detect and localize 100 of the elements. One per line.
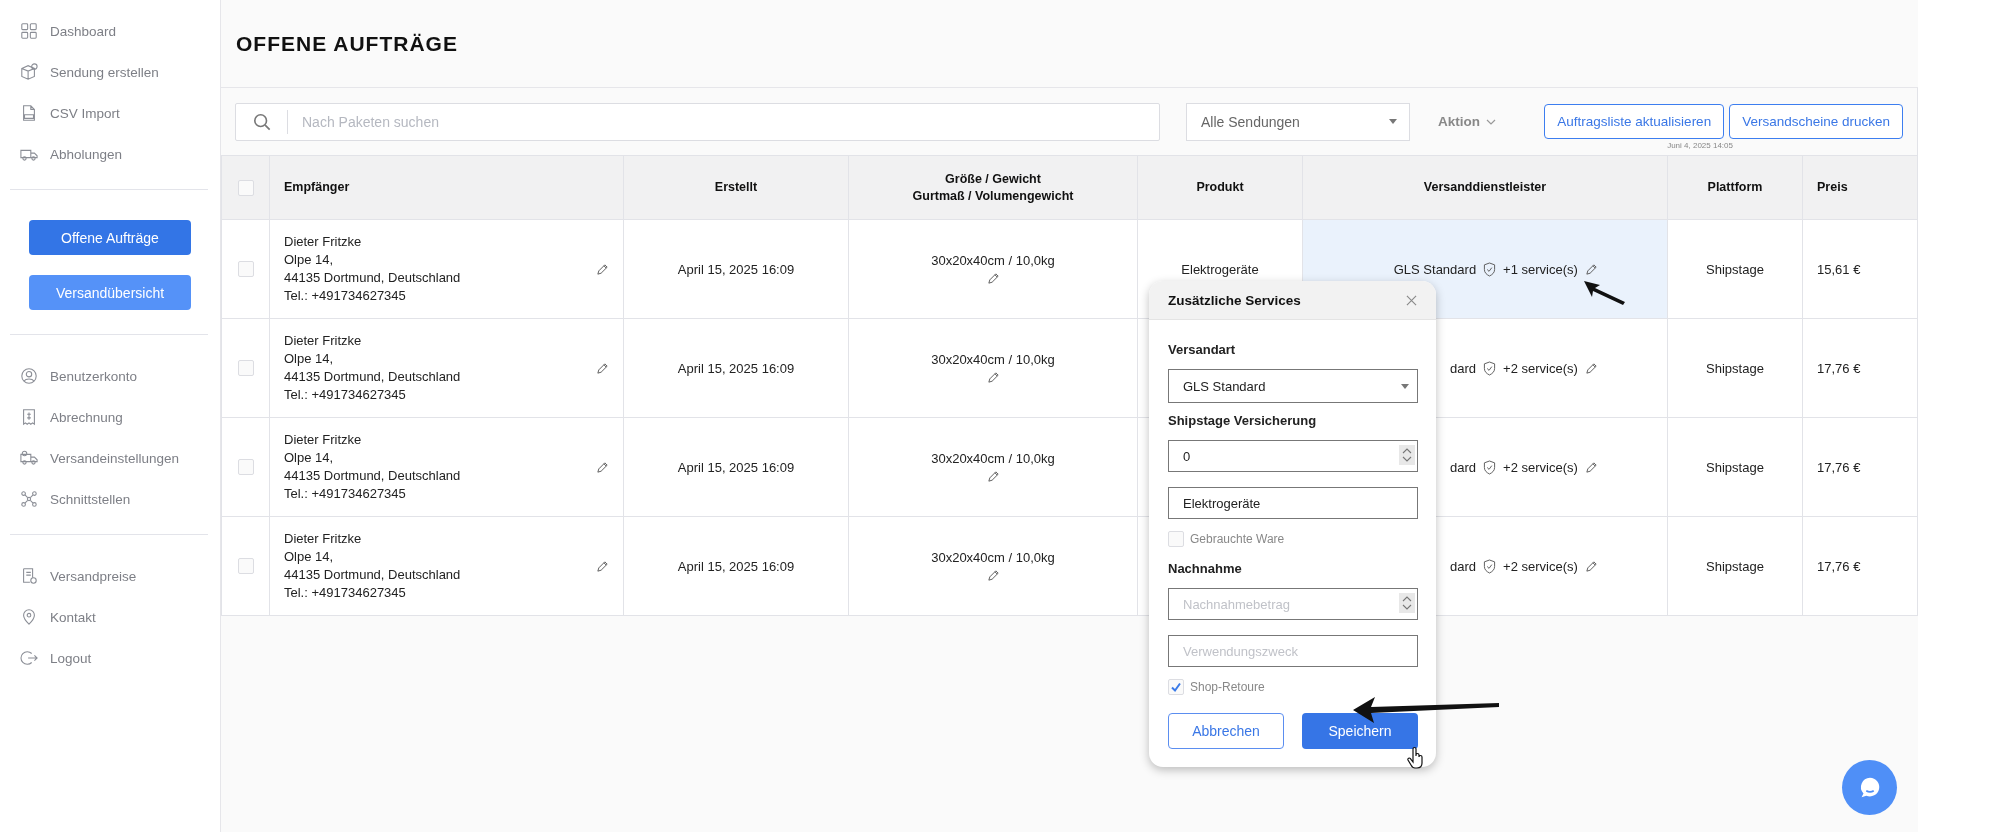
carrier-name: dard bbox=[1449, 360, 1477, 376]
edit-icon[interactable] bbox=[596, 361, 609, 375]
table-cell: 15,61 € bbox=[1802, 219, 1918, 319]
nav-button[interactable]: Offene Aufträge bbox=[29, 220, 191, 255]
edit-icon[interactable] bbox=[1584, 361, 1598, 375]
edit-icon[interactable] bbox=[596, 262, 609, 276]
logout-icon bbox=[20, 649, 38, 667]
edit-icon[interactable] bbox=[986, 371, 1000, 384]
edit-icon[interactable] bbox=[986, 470, 1000, 483]
service-count: +2 service(s) bbox=[1503, 459, 1578, 475]
size-weight: 30x20x40cm / 10,0kg bbox=[931, 451, 1055, 466]
nav-button[interactable]: Versandübersicht bbox=[29, 275, 191, 310]
shipping-method-select[interactable]: GLS Standard bbox=[1168, 369, 1418, 403]
checkbox-label: Shop-Retoure bbox=[1190, 680, 1265, 694]
user-icon bbox=[20, 367, 38, 385]
table-cell: 17,76 € bbox=[1802, 417, 1918, 517]
size-weight: 30x20x40cm / 10,0kg bbox=[931, 352, 1055, 367]
filter-select[interactable]: Alle Sendungen bbox=[1186, 102, 1410, 141]
checkbox[interactable] bbox=[237, 179, 254, 196]
size-weight: 30x20x40cm / 10,0kg bbox=[931, 253, 1055, 268]
table-cell: April 15, 2025 16:09 bbox=[623, 516, 849, 616]
text-field[interactable]: Verwendungszweck bbox=[1168, 635, 1418, 667]
section-label: Shipstage Versicherung bbox=[1168, 413, 1318, 428]
toolbar-button[interactable]: Versandscheine drucken bbox=[1729, 103, 1903, 139]
edit-icon[interactable] bbox=[986, 569, 1000, 582]
nav-link[interactable]: Sendung erstellen bbox=[50, 64, 159, 80]
file-icon bbox=[20, 104, 38, 122]
timestamp: Juni 4, 2025 14:05 bbox=[1667, 140, 1733, 150]
shield-check-icon bbox=[1483, 261, 1497, 277]
edit-icon[interactable] bbox=[986, 272, 1000, 285]
search-field[interactable]: Nach Paketen suchen bbox=[235, 102, 1160, 141]
column-header: Preis bbox=[1802, 155, 1918, 220]
column-header: Versanddienstleister bbox=[1302, 155, 1668, 220]
action-menu[interactable]: Aktion bbox=[1438, 114, 1496, 129]
nav-link[interactable]: Versandpreise bbox=[50, 568, 137, 584]
caret-icon bbox=[1401, 383, 1409, 389]
table-cell: Shipstage bbox=[1667, 219, 1803, 319]
document-icon bbox=[20, 567, 38, 585]
column-header: Produkt bbox=[1137, 155, 1303, 220]
table-cell: April 15, 2025 16:09 bbox=[623, 417, 849, 517]
grid-icon bbox=[20, 22, 38, 40]
column-header: Erstellt bbox=[623, 155, 849, 220]
checkbox-label: Gebrauchte Ware bbox=[1190, 532, 1285, 546]
recipient-address: Dieter Fritzke Olpe 14, 44135 Dortmund, Deutschland Tel.: +491734627345 bbox=[284, 233, 461, 305]
recipient-address: Dieter Fritzke Olpe 14, 44135 Dortmund, Deutschland Tel.: +491734627345 bbox=[284, 530, 461, 602]
service-count: +2 service(s) bbox=[1503, 360, 1578, 376]
nav-link[interactable]: Kontakt bbox=[50, 609, 96, 625]
nav-link[interactable]: Versandeinstellungen bbox=[50, 450, 180, 466]
carrier-name: dard bbox=[1449, 459, 1477, 475]
column-header: Plattform bbox=[1667, 155, 1803, 220]
text-field[interactable]: Elektrogeräte bbox=[1168, 487, 1418, 519]
number-field[interactable]: Nachnahmebetrag bbox=[1168, 588, 1418, 620]
shield-check-icon bbox=[1483, 459, 1497, 475]
edit-icon[interactable] bbox=[596, 460, 609, 474]
spinner-icon[interactable] bbox=[1399, 445, 1415, 465]
receipt-icon bbox=[20, 408, 38, 426]
service-count: +2 service(s) bbox=[1503, 558, 1578, 574]
section-label: Versandart bbox=[1168, 342, 1237, 357]
popup-title: Zusätzliche Services bbox=[1168, 292, 1301, 308]
location-pin-icon bbox=[20, 608, 38, 626]
caret-icon bbox=[1389, 119, 1397, 124]
edit-icon[interactable] bbox=[596, 559, 609, 573]
nav-link[interactable]: Dashboard bbox=[50, 23, 117, 39]
service-count: +1 service(s) bbox=[1503, 261, 1578, 277]
table-cell: 17,76 € bbox=[1802, 318, 1918, 418]
column-header: Empfänger bbox=[269, 155, 624, 220]
toolbar-button[interactable]: Auftragsliste aktualisieren bbox=[1544, 103, 1725, 139]
truck-icon bbox=[20, 449, 38, 467]
checkbox[interactable] bbox=[237, 261, 254, 278]
search-icon bbox=[253, 112, 271, 131]
checkbox[interactable] bbox=[237, 459, 254, 476]
page-title: OFFENE AUFTRÄGE bbox=[236, 31, 458, 56]
nav-link[interactable]: Benutzerkonto bbox=[50, 368, 138, 384]
arrow-icon bbox=[1351, 694, 1501, 724]
nav-link[interactable]: Abholungen bbox=[50, 146, 123, 162]
recipient-address: Dieter Fritzke Olpe 14, 44135 Dortmund, Deutschland Tel.: +491734627345 bbox=[284, 332, 461, 404]
column-header: Größe / Gewicht Gurtmaß / Volumengewicht bbox=[848, 155, 1138, 220]
table-cell-text: Elektrogeräte bbox=[1181, 261, 1259, 277]
table-cell: April 15, 2025 16:09 bbox=[623, 318, 849, 418]
save-button[interactable]: Speichern bbox=[1302, 713, 1418, 749]
close-icon[interactable] bbox=[1406, 294, 1417, 306]
box-icon bbox=[20, 63, 38, 81]
edit-icon[interactable] bbox=[1584, 460, 1598, 474]
table-cell: Shipstage bbox=[1667, 318, 1803, 418]
checkbox[interactable] bbox=[1168, 679, 1184, 695]
checkbox[interactable] bbox=[237, 360, 254, 377]
cancel-button[interactable]: Abbrechen bbox=[1168, 713, 1284, 749]
edit-icon[interactable] bbox=[1584, 559, 1598, 573]
nav-link[interactable]: Abrechnung bbox=[50, 409, 123, 425]
spinner-icon[interactable] bbox=[1399, 593, 1415, 613]
nav-link[interactable]: Schnittstellen bbox=[50, 491, 131, 507]
network-icon bbox=[20, 490, 38, 508]
nav-link[interactable]: Logout bbox=[50, 650, 92, 666]
number-field[interactable]: 0 bbox=[1168, 440, 1418, 472]
nav-link[interactable]: CSV Import bbox=[50, 105, 120, 121]
edit-icon[interactable] bbox=[1584, 262, 1598, 276]
checkbox[interactable] bbox=[237, 558, 254, 575]
checkbox[interactable] bbox=[1168, 531, 1184, 547]
shield-check-icon bbox=[1483, 360, 1497, 376]
table-cell: April 15, 2025 16:09 bbox=[623, 219, 849, 319]
